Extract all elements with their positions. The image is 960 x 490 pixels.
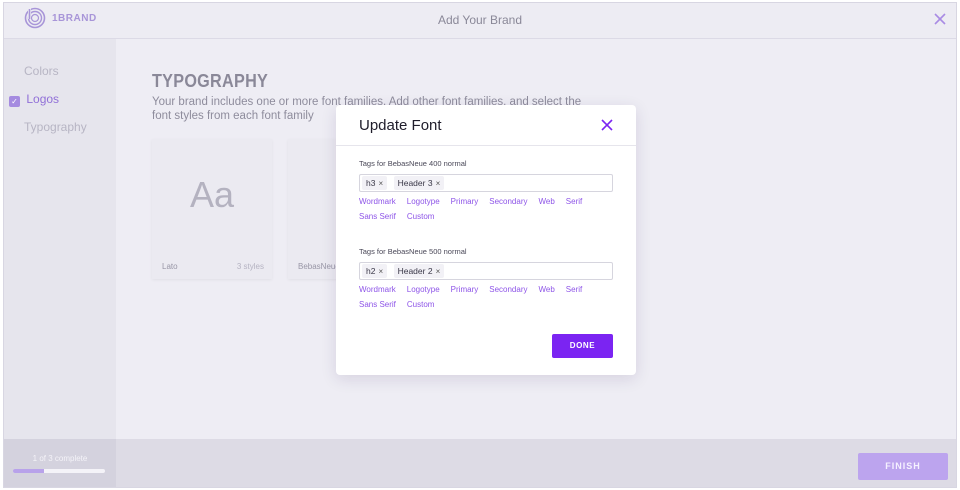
tag-input[interactable]: h2 × Header 2 × [359, 262, 613, 280]
tag-group-label: Tags for BebasNeue 400 normal [359, 159, 467, 168]
suggestion-tag[interactable]: Custom [407, 210, 435, 225]
font-name: Lato [162, 262, 178, 271]
progress-panel: 1 of 3 complete [4, 439, 116, 487]
tag-text: Header 3 [397, 178, 433, 188]
update-font-modal: Update Font Tags for BebasNeue 400 norma… [336, 105, 636, 375]
modal-title: Update Font [359, 117, 442, 134]
font-card-lato[interactable]: Aa Lato 3 styles [152, 139, 272, 279]
close-icon[interactable] [600, 118, 614, 132]
tag-chip: Header 3 × [393, 176, 445, 190]
suggestion-tag[interactable]: Custom [407, 298, 435, 313]
suggestion-tag[interactable]: Secondary [489, 283, 527, 298]
suggestion-tag[interactable]: Sans Serif [359, 210, 396, 225]
suggestion-tag[interactable]: Wordmark [359, 195, 396, 210]
section-title: TYPOGRAPHY [152, 71, 269, 91]
tag-input[interactable]: h3 × Header 3 × [359, 174, 613, 192]
suggestion-tag[interactable]: Serif [566, 195, 582, 210]
tag-text: h2 [366, 266, 376, 276]
sidebar-item-label: Logos [26, 92, 60, 106]
suggestion-tag[interactable]: Logotype [407, 195, 440, 210]
sidebar-item-colors[interactable]: Colors [24, 64, 59, 78]
remove-tag-icon[interactable]: × [378, 267, 383, 276]
sidebar-item-typography[interactable]: Typography [24, 120, 87, 134]
sidebar-item-label: Colors [24, 64, 59, 78]
remove-tag-icon[interactable]: × [378, 179, 383, 188]
suggestion-tag[interactable]: Primary [451, 195, 479, 210]
suggestion-tag[interactable]: Primary [451, 283, 479, 298]
font-preview: Aa [189, 174, 235, 215]
suggestion-tag[interactable]: Secondary [489, 195, 527, 210]
done-button[interactable]: DONE [552, 334, 613, 358]
sidebar-item-logos[interactable]: ✓ Logos [9, 92, 60, 107]
font-name: BebasNeue [298, 262, 340, 271]
remove-tag-icon[interactable]: × [436, 267, 441, 276]
sidebar: Colors ✓ Logos Typography [4, 39, 116, 439]
window-title: Add Your Brand [437, 13, 523, 27]
bottom-bar: 1 of 3 complete FINISH [4, 439, 956, 487]
progress-bar [13, 469, 105, 473]
tag-chip: h3 × [362, 176, 388, 190]
suggestion-tag[interactable]: Logotype [407, 283, 440, 298]
tag-chip: Header 2 × [393, 264, 445, 278]
close-icon[interactable] [932, 11, 948, 27]
suggestion-tag[interactable]: Web [538, 283, 554, 298]
tag-chip: h2 × [362, 264, 388, 278]
finish-button[interactable]: FINISH [858, 453, 948, 480]
checkbox-checked-icon: ✓ [9, 96, 20, 107]
font-styles-count: 3 styles [236, 262, 264, 271]
progress-fill [13, 469, 44, 473]
suggestion-tag[interactable]: Sans Serif [359, 298, 396, 313]
suggestion-tag[interactable]: Wordmark [359, 283, 396, 298]
sidebar-item-label: Typography [24, 120, 87, 134]
tag-suggestions: Wordmark Logotype Primary Secondary Web Serif… [359, 195, 619, 224]
tag-text: h3 [366, 178, 376, 188]
top-bar: 1BRAND Add Your Brand [4, 3, 956, 39]
progress-text: 1 of 3 complete [32, 454, 88, 463]
suggestion-tag[interactable]: Serif [566, 283, 582, 298]
suggestion-tag[interactable]: Web [538, 195, 554, 210]
tag-text: Header 2 [397, 266, 433, 276]
tag-group-label: Tags for BebasNeue 500 normal [359, 247, 467, 256]
remove-tag-icon[interactable]: × [436, 179, 441, 188]
modal-header: Update Font [336, 105, 636, 146]
tag-suggestions: Wordmark Logotype Primary Secondary Web Serif… [359, 283, 619, 312]
